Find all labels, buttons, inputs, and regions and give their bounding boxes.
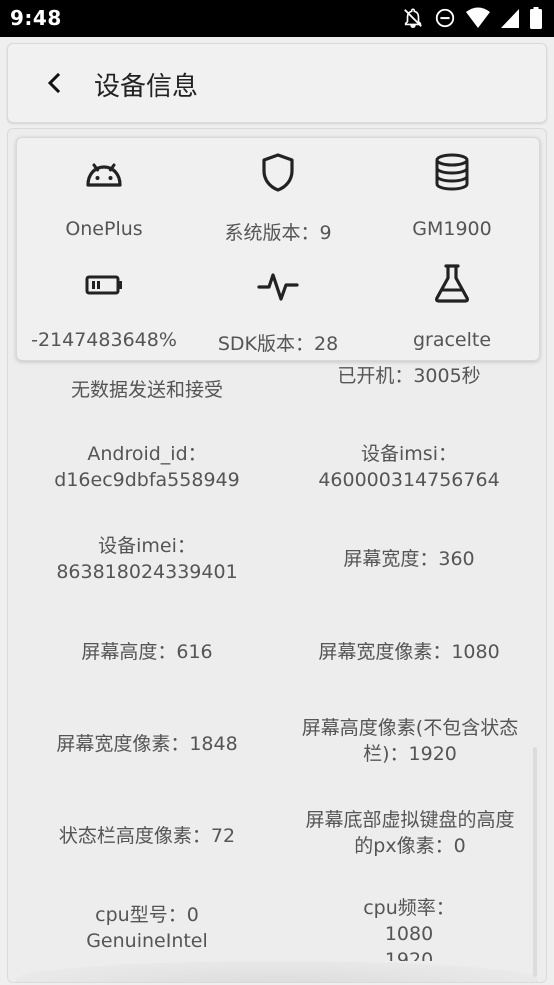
shield-icon <box>262 153 294 192</box>
header-bar: 设备信息 <box>7 43 547 123</box>
cpu-frequency-info: cpu频率： 1080 1920 <box>363 897 455 961</box>
statusbar-height-info: 状态栏高度像素：72 <box>58 825 236 847</box>
system-version-label: 系统版本：9 <box>224 222 332 244</box>
battery-icon <box>530 7 542 29</box>
database-icon <box>435 153 469 191</box>
model-cell: GM1900 <box>365 138 539 249</box>
device-summary-grid: OnePlus 系统版本：9 GM1900 -2147483648% SDK版本… <box>16 137 540 361</box>
scrollbar[interactable] <box>533 747 537 977</box>
android-icon <box>86 163 122 187</box>
imsi-info: 设备imsi： 460000314756764 <box>318 443 500 491</box>
screen-width-px-2-info: 屏幕宽度像素：1848 <box>56 733 238 755</box>
page-title: 设备信息 <box>94 72 199 102</box>
imei-info: 设备imei： 863818024339401 <box>56 535 238 583</box>
screen-height-px-info: 屏幕高度像素(不包含状态 栏)：1920 <box>301 717 519 765</box>
notifications-off-icon <box>404 8 422 28</box>
flask-icon <box>435 264 469 303</box>
battery-label: -2147483648% <box>31 329 177 351</box>
cell-signal-icon <box>501 9 519 28</box>
back-chevron-icon <box>47 72 61 94</box>
battery-level-icon <box>85 275 122 295</box>
sdk-version-cell: SDK版本：28 <box>191 249 365 360</box>
cpu-model-info: cpu型号：0 GenuineIntel <box>86 904 208 952</box>
device-name-label: gracelte <box>412 329 492 351</box>
brand-cell: OnePlus <box>17 138 191 249</box>
screen-height-info: 屏幕高度：616 <box>81 641 213 663</box>
model-label: GM1900 <box>412 218 492 240</box>
wifi-icon <box>466 7 490 28</box>
device-name-cell: gracelte <box>365 249 539 360</box>
screen-width-px-info: 屏幕宽度像素：1080 <box>318 641 500 663</box>
system-version-cell: 系统版本：9 <box>191 138 365 249</box>
nav-bar-height-info: 屏幕底部虚拟键盘的高度 的px像素：0 <box>305 809 515 857</box>
sdk-version-label: SDK版本：28 <box>217 333 339 355</box>
do-not-disturb-icon <box>435 8 455 28</box>
pulse-icon <box>257 273 299 301</box>
status-bar: 9:48 <box>0 0 554 37</box>
uptime-info: 已开机：3005秒 <box>337 365 481 387</box>
status-icons <box>402 7 542 29</box>
brand-label: OnePlus <box>65 218 143 240</box>
android-id-info: Android_id： d16ec9dbfa558949 <box>54 443 240 491</box>
battery-cell: -2147483648% <box>17 249 191 360</box>
screen-width-info: 屏幕宽度：360 <box>343 548 475 570</box>
back-button[interactable] <box>40 69 68 97</box>
data-transfer-info: 无数据发送和接受 <box>70 379 223 401</box>
device-info-card: 无数据发送和接受 已开机：3005秒 Android_id： d16ec9dbf… <box>7 128 547 983</box>
status-time: 9:48 <box>10 6 62 30</box>
